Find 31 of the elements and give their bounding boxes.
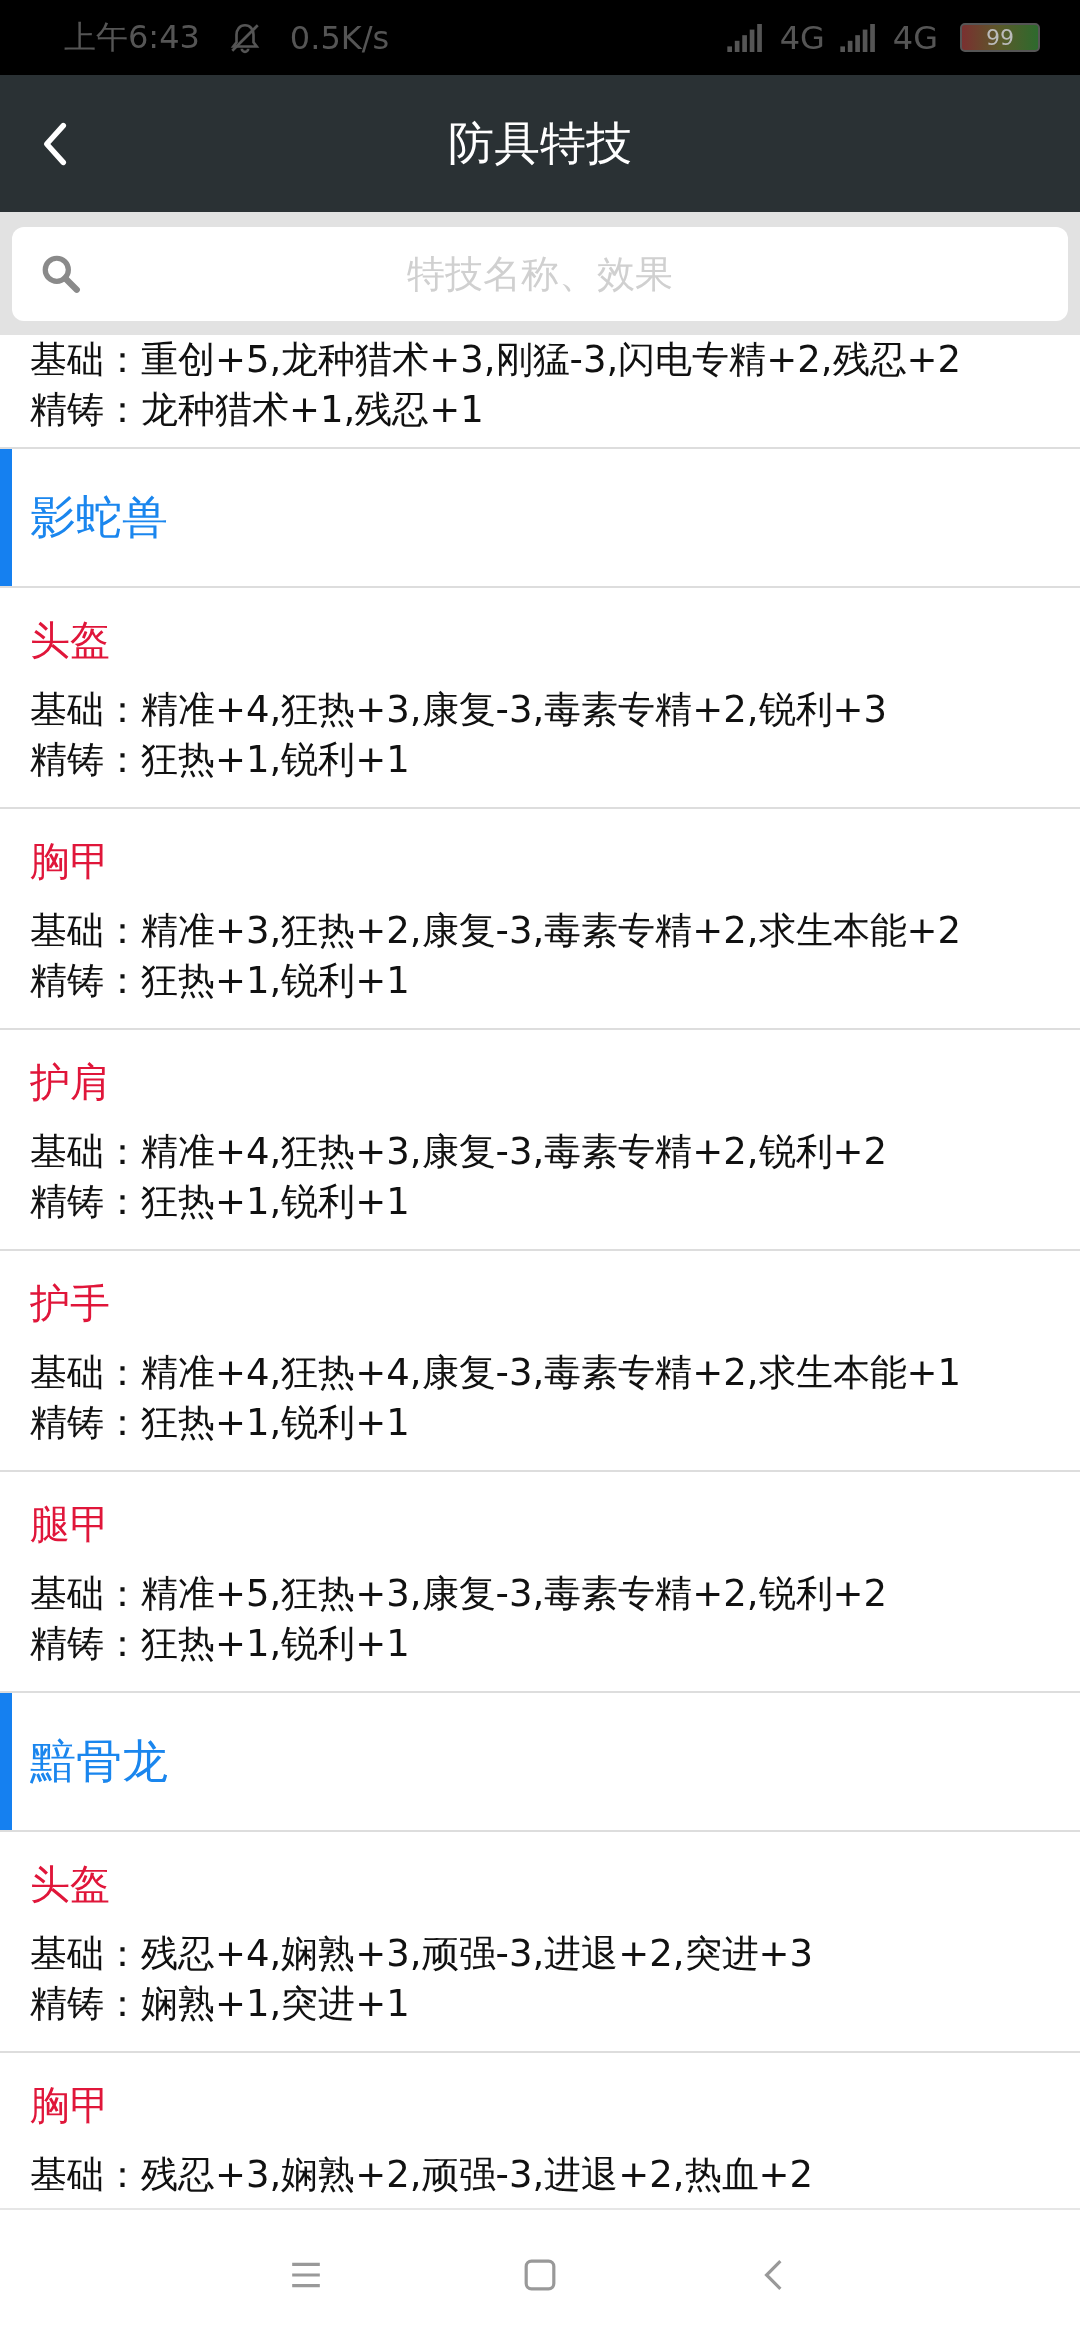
refine-stats: 精铸：狂热+1,锐利+1 [30, 958, 411, 1004]
battery-level: 99 [960, 23, 1040, 52]
refine-stats: 精铸：狂热+1,锐利+1 [30, 1400, 411, 1446]
base-stats: 基础：精准+5,狂热+3,康复-3,毒素专精+2,锐利+2 [30, 1571, 889, 1617]
home-square-icon[interactable] [523, 2258, 557, 2292]
base-stats: 基础：残忍+3,娴熟+2,顽强-3,进退+2,热血+2 [30, 2152, 815, 2198]
base-stats: 基础：精准+4,狂热+3,康复-3,毒素专精+2,锐利+2 [30, 1129, 889, 1175]
item-title: 胸甲 [30, 837, 111, 886]
network-type: 4G [892, 18, 938, 57]
base-stats: 基础：重创+5,龙种猎术+3,刚猛-3,闪电专精+2,残忍+2 [30, 337, 963, 383]
base-stats: 基础：精准+4,狂热+3,康复-3,毒素专精+2,锐利+3 [30, 687, 889, 733]
page-title: 防具特技 [448, 114, 632, 172]
base-stats: 基础：精准+3,狂热+2,康复-3,毒素专精+2,求生本能+2 [30, 908, 963, 954]
base-stats: 基础：残忍+4,娴熟+3,顽强-3,进退+2,突进+3 [30, 1931, 815, 1977]
item-title: 胸甲 [30, 2081, 111, 2130]
refine-stats: 精铸：狂热+1,锐利+1 [30, 1621, 411, 1667]
item-title: 腿甲 [30, 1500, 111, 1549]
item-title: 头盔 [30, 1860, 111, 1909]
base-stats: 基础：精准+4,狂热+4,康复-3,毒素专精+2,求生本能+1 [30, 1350, 963, 1396]
group-title: 影蛇兽 [30, 488, 168, 546]
network-type: 4G [779, 18, 825, 57]
refine-stats: 精铸：狂热+1,锐利+1 [30, 1179, 411, 1225]
group-title: 黯骨龙 [30, 1732, 168, 1790]
network-speed: 0.5K/s [289, 18, 390, 57]
refine-stats: 精铸：狂热+1,锐利+1 [30, 737, 411, 783]
item-title: 护手 [30, 1279, 111, 1328]
status-time: 上午6:43 [64, 16, 200, 58]
refine-stats: 精铸：龙种猎术+1,残忍+1 [30, 387, 485, 433]
item-title: 头盔 [30, 616, 111, 665]
item-title: 护肩 [30, 1058, 111, 1107]
refine-stats: 精铸：娴熟+1,突进+1 [30, 1981, 411, 2027]
